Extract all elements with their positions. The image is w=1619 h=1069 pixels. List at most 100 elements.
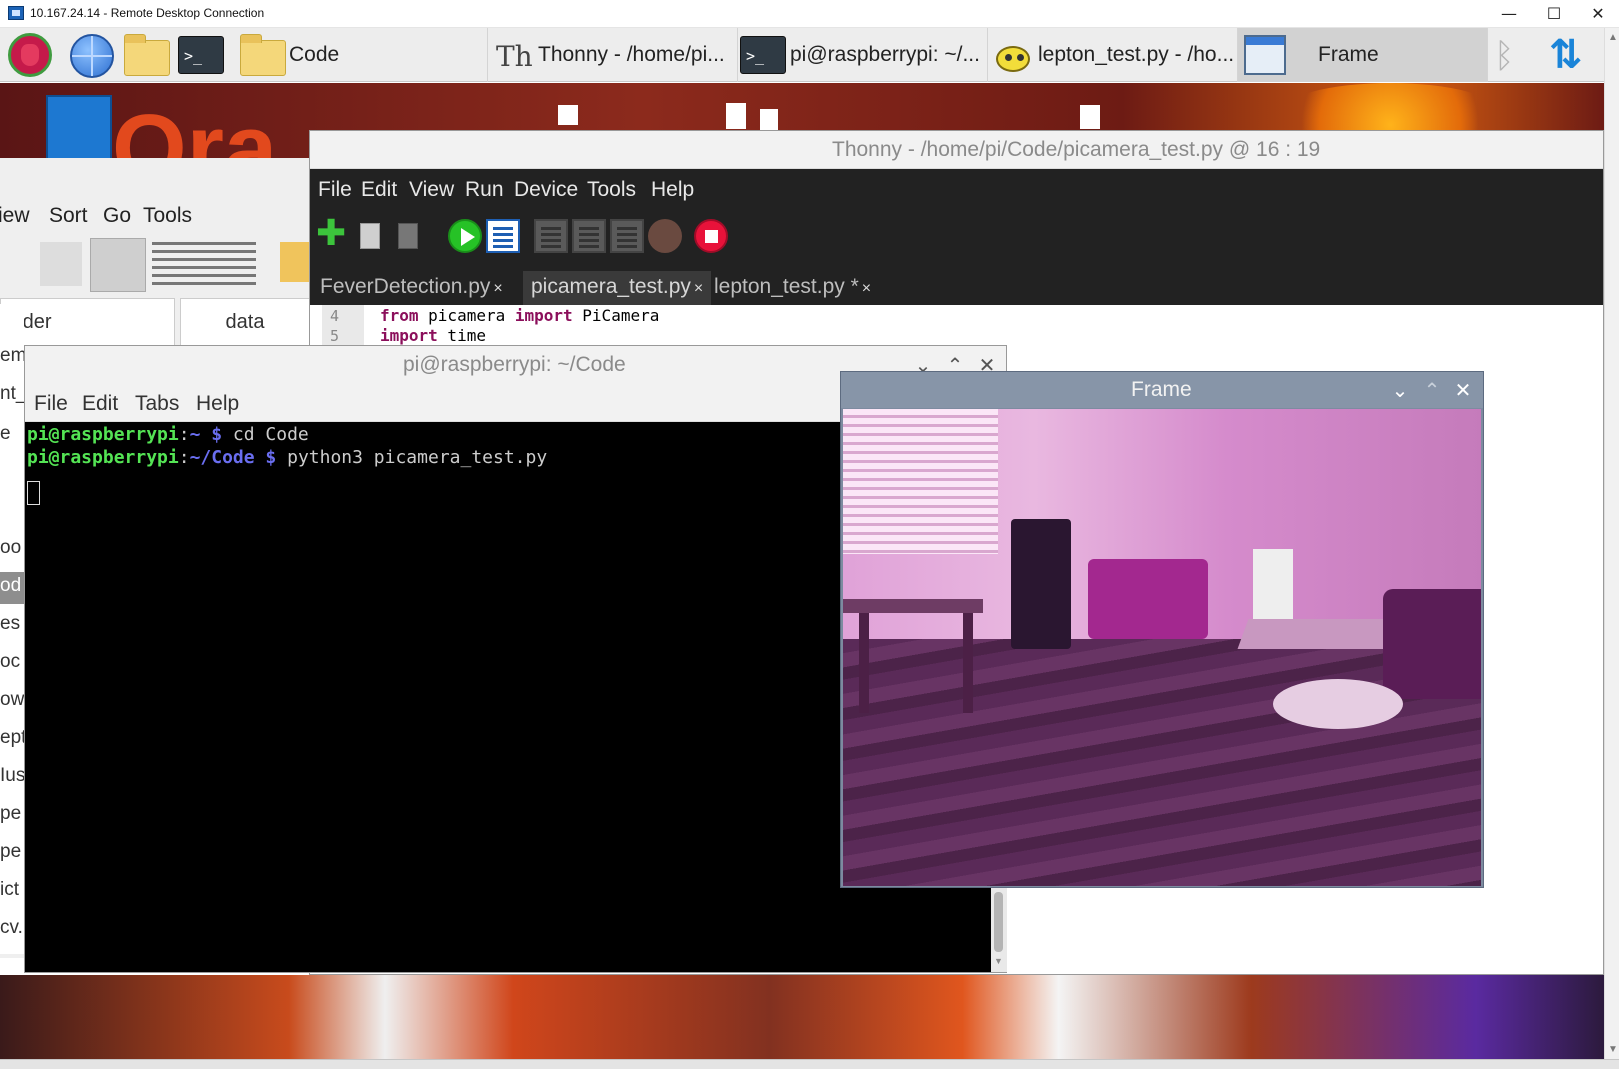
- tab-close-icon[interactable]: ×: [493, 280, 502, 297]
- bluetooth-icon[interactable]: ᛒ: [1494, 36, 1514, 76]
- fm-side-item[interactable]: pe: [0, 800, 24, 832]
- thonny-icon: Th: [496, 40, 533, 73]
- rdp-vertical-scrollbar[interactable]: ▲ ▼: [1604, 28, 1619, 1059]
- fm-side-item[interactable]: em: [0, 342, 24, 374]
- rdp-window-title: 10.167.24.14 - Remote Desktop Connection: [30, 6, 265, 20]
- fm-side-item[interactable]: e: [0, 420, 24, 452]
- line-number: 5: [330, 327, 340, 345]
- menu-tabs[interactable]: Tabs: [135, 392, 179, 416]
- menu-device[interactable]: Device: [514, 178, 578, 202]
- terminal-icon[interactable]: >_: [178, 36, 224, 74]
- tab-feverdetection[interactable]: FeverDetection.py ×: [312, 271, 511, 305]
- save-file-icon[interactable]: [392, 219, 426, 253]
- rdp-minimize-button[interactable]: —: [1489, 0, 1529, 28]
- menu-help[interactable]: Help: [196, 392, 239, 416]
- task-label: lepton_test.py - /ho...: [1038, 43, 1235, 66]
- menu-view[interactable]: View: [409, 178, 454, 202]
- task-frame[interactable]: Frame: [1238, 28, 1488, 82]
- close-icon[interactable]: ✕: [1450, 377, 1476, 403]
- fm-side-item[interactable]: nt_: [0, 380, 24, 412]
- task-label: pi@raspberrypi: ~/...: [790, 43, 980, 66]
- scrollbar-thumb[interactable]: [994, 892, 1003, 952]
- list-view-icons[interactable]: [152, 242, 256, 286]
- step-out-icon[interactable]: [610, 219, 644, 253]
- step-into-icon[interactable]: [572, 219, 606, 253]
- file-manager-icon[interactable]: [124, 34, 170, 76]
- tab-close-icon[interactable]: ×: [694, 280, 703, 297]
- task-label: Thonny - /home/pi...: [538, 43, 725, 66]
- menu-help[interactable]: Help: [651, 178, 694, 202]
- menu-tools[interactable]: Tools: [587, 178, 636, 202]
- code-editor[interactable]: 4 5 from picamera import PiCamera import…: [310, 305, 1603, 345]
- debug-icon[interactable]: [486, 219, 520, 253]
- fm-menu-tools[interactable]: Tools: [143, 204, 192, 228]
- resume-icon[interactable]: [648, 219, 682, 253]
- fm-side-item[interactable]: oc: [0, 648, 24, 680]
- minimize-icon[interactable]: ⌄: [1387, 377, 1413, 403]
- media-icons: [40, 242, 82, 286]
- icon-view-toggle[interactable]: [90, 238, 146, 292]
- fm-menu-view[interactable]: iew: [0, 204, 30, 228]
- step-over-icon[interactable]: [534, 219, 568, 253]
- fm-side-item[interactable]: Ius: [0, 762, 24, 794]
- tab-label: picamera_test.py: [531, 275, 691, 298]
- terminal-line: pi@raspberrypi:~/Code $ python3 picamera…: [27, 447, 548, 468]
- new-file-icon[interactable]: ✚: [316, 216, 350, 253]
- thonny-title-bar[interactable]: Thonny - /home/pi/Code/picamera_test.py …: [310, 131, 1603, 169]
- home-folder-icon[interactable]: [280, 242, 310, 282]
- menu-edit[interactable]: Edit: [82, 392, 118, 416]
- scroll-down-arrow-icon[interactable]: ▼: [1608, 1044, 1618, 1055]
- fm-side-item[interactable]: cv.: [0, 914, 24, 946]
- rdp-maximize-button[interactable]: ☐: [1534, 0, 1574, 28]
- fm-column-label: data: [225, 311, 265, 333]
- thonny-window-title: Thonny - /home/pi/Code/picamera_test.py …: [832, 138, 1321, 161]
- fm-side-item-selected[interactable]: od: [0, 572, 24, 604]
- fm-side-item[interactable]: ept: [0, 724, 24, 756]
- tab-close-icon[interactable]: ×: [862, 280, 871, 297]
- fm-side-item[interactable]: es: [0, 610, 24, 642]
- open-file-icon[interactable]: [354, 219, 388, 253]
- task-lepton-thonny[interactable]: lepton_test.py - /ho...: [988, 28, 1238, 82]
- menu-file[interactable]: File: [34, 392, 68, 416]
- menu-run[interactable]: Run: [465, 178, 504, 202]
- maximize-icon[interactable]: ⌃: [1419, 377, 1445, 403]
- fm-menu-go[interactable]: Go: [103, 204, 131, 228]
- tab-label: lepton_test.py *: [714, 275, 859, 298]
- editor-tab-bar: FeverDetection.py × picamera_test.py × lep…: [310, 265, 1603, 305]
- scroll-down-arrow-icon[interactable]: ▼: [994, 956, 1003, 966]
- rdp-close-button[interactable]: ✕: [1578, 0, 1618, 28]
- web-browser-icon[interactable]: [70, 34, 114, 78]
- fm-column-data[interactable]: data: [180, 298, 310, 346]
- menu-edit[interactable]: Edit: [361, 178, 397, 202]
- tab-lepton-test[interactable]: lepton_test.py * ×: [706, 271, 879, 305]
- fm-sidebar: em nt_ e oo od es oc ow ept Ius pe pe ic…: [0, 304, 24, 954]
- folder-icon: [240, 34, 286, 76]
- window-icon: [1244, 35, 1286, 75]
- fm-side-item[interactable]: oo: [0, 534, 24, 566]
- task-terminal[interactable]: >_ pi@raspberrypi: ~/...: [738, 28, 988, 82]
- terminal-line: pi@raspberrypi:~ $ cd Code: [27, 424, 309, 445]
- menu-file[interactable]: File: [318, 178, 352, 202]
- task-code[interactable]: Code: [234, 28, 488, 82]
- run-icon[interactable]: [448, 219, 482, 253]
- tab-picamera-test[interactable]: picamera_test.py ×: [523, 271, 712, 305]
- desktop-icon-placeholder: [1080, 105, 1100, 129]
- rdp-horizontal-scrollbar[interactable]: [0, 1059, 1619, 1069]
- scroll-up-arrow-icon[interactable]: ▲: [1608, 32, 1618, 43]
- trash-icon[interactable]: [46, 95, 112, 165]
- fm-side-item[interactable]: ow: [0, 686, 24, 718]
- desktop-icon-placeholder: [760, 109, 778, 131]
- fm-side-item[interactable]: pe: [0, 838, 24, 870]
- stop-icon[interactable]: [694, 219, 728, 253]
- network-transfer-icon[interactable]: ⇅: [1549, 32, 1583, 78]
- thonny-toolbar: ✚: [310, 209, 1603, 265]
- thonny-menu-bar: File Edit View Run Device Tools Help: [310, 169, 1603, 209]
- frame-window-title: Frame: [1131, 378, 1192, 401]
- task-thonny[interactable]: Th Thonny - /home/pi...: [488, 28, 738, 82]
- fm-menu-sort[interactable]: Sort: [49, 204, 88, 228]
- raspberry-menu-icon[interactable]: [8, 33, 52, 77]
- frame-title-bar[interactable]: Frame ⌄ ⌃ ✕: [841, 372, 1483, 408]
- fm-column-folder[interactable]: older: [0, 298, 175, 346]
- fm-side-item[interactable]: ict: [0, 876, 24, 908]
- line-number: 4: [330, 307, 340, 325]
